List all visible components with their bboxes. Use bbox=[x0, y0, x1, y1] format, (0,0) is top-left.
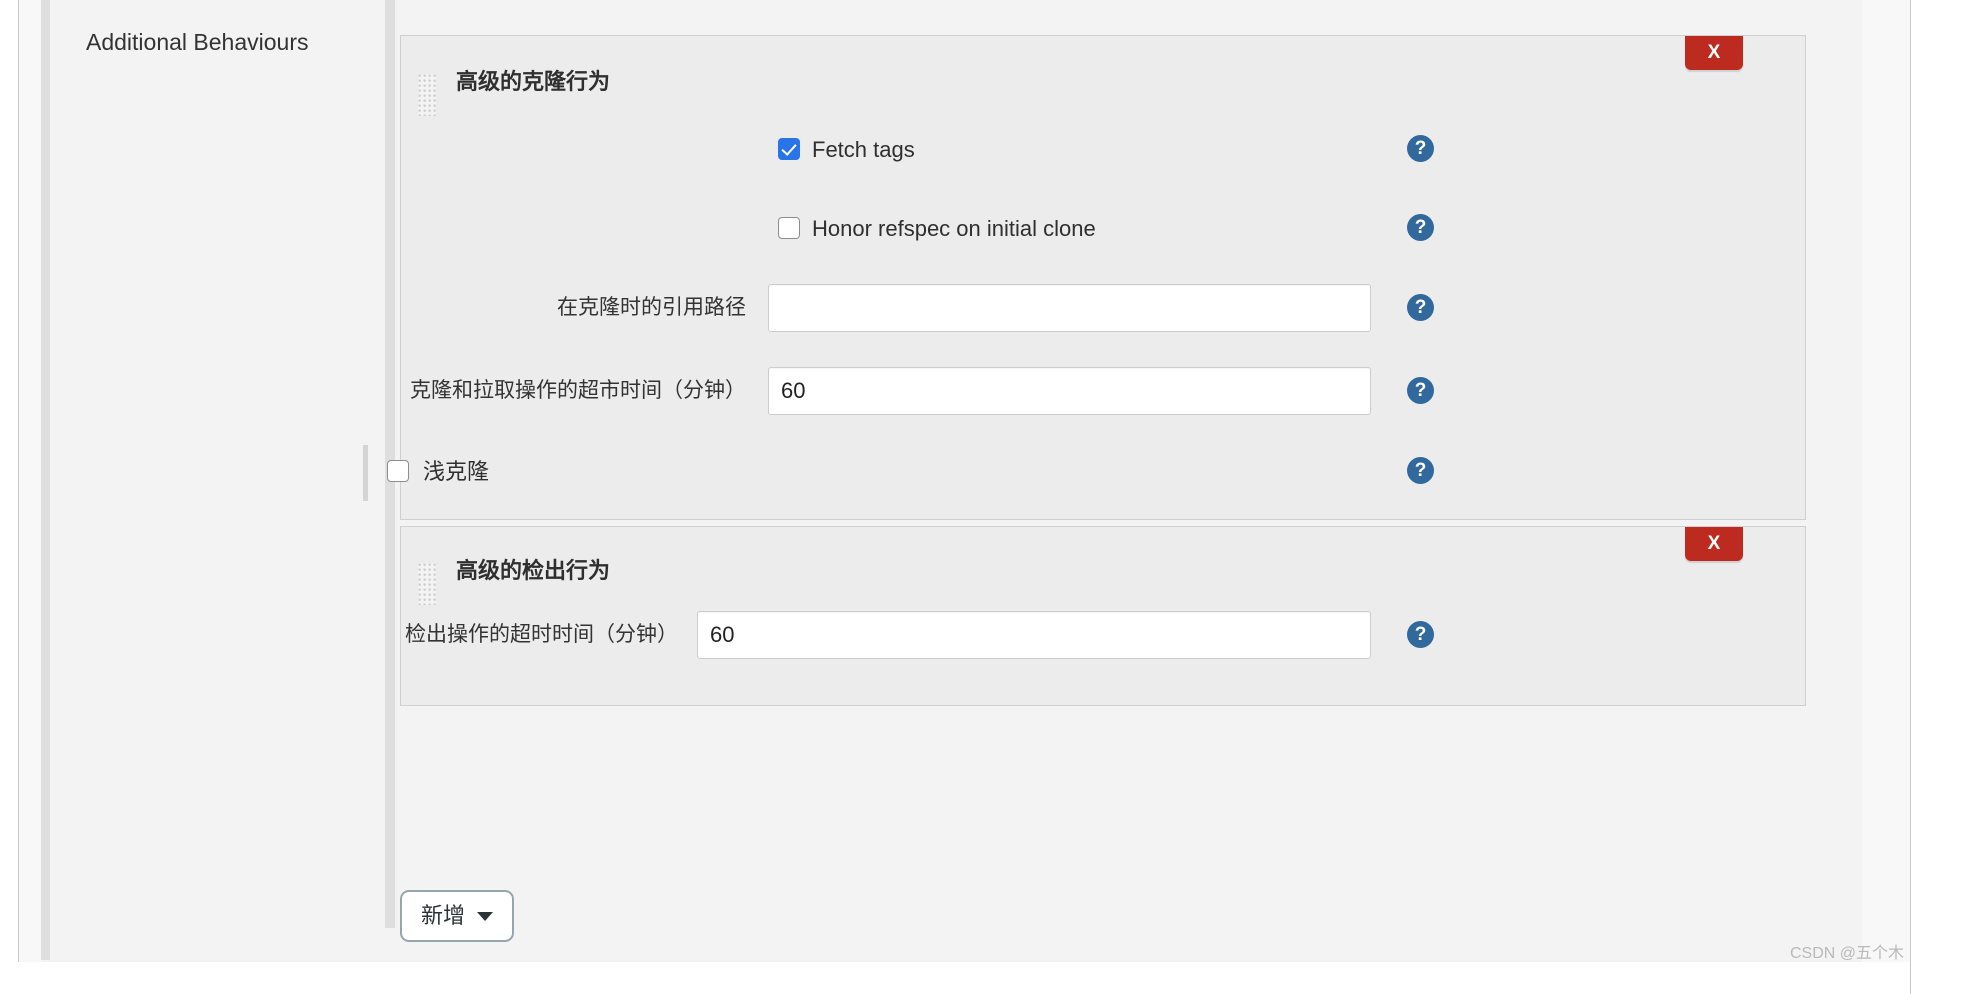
help-icon[interactable]: ? bbox=[1407, 621, 1434, 648]
delete-panel-button[interactable]: X bbox=[1685, 527, 1743, 561]
section-label-additional-behaviours: Additional Behaviours bbox=[86, 29, 309, 55]
add-behaviour-button[interactable]: 新增 bbox=[400, 890, 514, 942]
delete-panel-button[interactable]: X bbox=[1685, 36, 1743, 70]
caret-down-icon bbox=[477, 911, 493, 921]
fetch-tags-label[interactable]: Fetch tags bbox=[812, 139, 915, 161]
row-fetch-tags: Fetch tags ? bbox=[401, 127, 1805, 171]
help-icon[interactable]: ? bbox=[1407, 135, 1434, 162]
panel-title: 高级的检出行为 bbox=[456, 558, 611, 583]
help-icon[interactable]: ? bbox=[1407, 294, 1434, 321]
panel-title: 高级的克隆行为 bbox=[456, 69, 611, 94]
checkout-timeout-label: 检出操作的超时时间（分钟） bbox=[405, 623, 678, 646]
nested-section-marker bbox=[363, 445, 368, 501]
watermark: CSDN @五个木 bbox=[1789, 945, 1904, 962]
drag-grip-icon[interactable] bbox=[418, 563, 436, 605]
help-icon[interactable]: ? bbox=[1407, 377, 1434, 404]
row-clone-fetch-timeout: 克隆和拉取操作的超市时间（分钟） ? bbox=[401, 367, 1805, 415]
left-gutter bbox=[19, 0, 41, 962]
reference-path-label: 在克隆时的引用路径 bbox=[557, 296, 746, 319]
drag-grip-icon[interactable] bbox=[418, 74, 436, 116]
shallow-clone-label[interactable]: 浅克隆 bbox=[423, 461, 489, 483]
add-behaviour-button-label: 新增 bbox=[420, 903, 465, 928]
panel-advanced-checkout-behaviours: X 高级的检出行为 检出操作的超时时间（分钟） ? bbox=[400, 526, 1806, 706]
help-icon[interactable]: ? bbox=[1407, 214, 1434, 241]
screenshot-root: Additional Behaviours X 高级的克隆行为 Fetch ta… bbox=[0, 0, 1964, 994]
row-honor-refspec: Honor refspec on initial clone ? bbox=[401, 206, 1805, 250]
reference-path-input[interactable] bbox=[768, 284, 1371, 332]
honor-refspec-checkbox[interactable] bbox=[778, 217, 800, 239]
row-reference-path: 在克隆时的引用路径 ? bbox=[401, 284, 1805, 332]
row-checkout-timeout: 检出操作的超时时间（分钟） ? bbox=[401, 611, 1805, 659]
right-gutter bbox=[1862, 0, 1910, 962]
clone-fetch-timeout-label: 克隆和拉取操作的超市时间（分钟） bbox=[410, 379, 746, 402]
row-shallow-clone: 浅克隆 ? bbox=[363, 445, 1805, 501]
help-icon[interactable]: ? bbox=[1407, 457, 1434, 484]
shallow-clone-checkbox[interactable] bbox=[387, 460, 409, 482]
checkout-timeout-input[interactable] bbox=[697, 611, 1371, 659]
right-margin-pane bbox=[1910, 0, 1964, 994]
fetch-tags-checkbox[interactable] bbox=[778, 138, 800, 160]
clone-fetch-timeout-input[interactable] bbox=[768, 367, 1371, 415]
left-rail-divider bbox=[41, 0, 50, 960]
additional-behaviours-panel-stack: X 高级的克隆行为 Fetch tags ? Honor refspec on … bbox=[363, 35, 1806, 706]
panel-advanced-clone-behaviours: X 高级的克隆行为 Fetch tags ? Honor refspec on … bbox=[363, 35, 1806, 520]
honor-refspec-label[interactable]: Honor refspec on initial clone bbox=[812, 218, 1096, 240]
